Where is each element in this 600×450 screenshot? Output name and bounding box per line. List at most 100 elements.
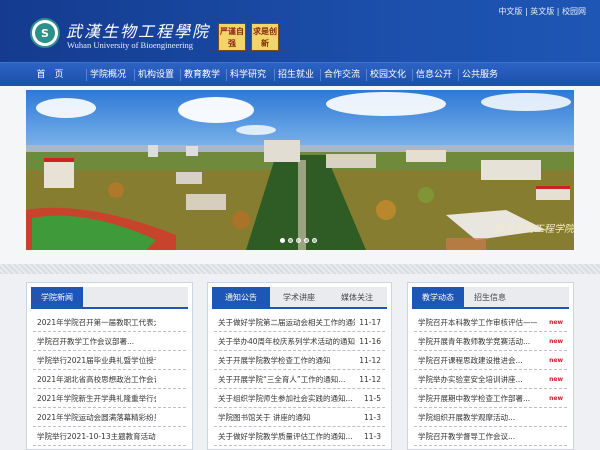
nav-separator (134, 69, 135, 81)
list-item[interactable]: 学院召开课程思政建设推进会... new (414, 351, 567, 370)
list-item[interactable]: 关于举办40周年校庆系列学术活动的通知... 11-16 (214, 332, 385, 351)
list-item-title[interactable]: 关于做好学院第二届运动会相关工作的通知... (218, 313, 355, 331)
panel-tab[interactable]: 学术讲座 (270, 287, 328, 309)
new-badge-icon: new (549, 376, 563, 383)
nav-item-4[interactable]: 科学研究 (228, 63, 268, 87)
list-item-title[interactable]: 2021年学院召开第一届教职工代表大会第五次会议... (37, 313, 156, 331)
new-badge-icon: new (549, 395, 563, 402)
list-item-title[interactable]: 2021年学院新生开学典礼隆重举行会... (37, 389, 156, 407)
list-item-title[interactable]: 关于组织学院师生参加社会实践的通知... (218, 389, 355, 407)
list-item-title[interactable]: 学院开展青年教师教学竞赛活动... (418, 332, 537, 350)
list-item[interactable]: 2021年湖北省高校思想政治工作会议召开... (33, 370, 186, 389)
list-item-date: 11-3 (363, 413, 381, 422)
list-item-title[interactable]: 学院举行2021-10-13主题教育活动... (37, 427, 156, 445)
list-item[interactable]: 学院举办实验室安全培训讲座... new (414, 370, 567, 389)
panel-tab-bar: 通知公告 学术讲座 媒体关注 (212, 287, 387, 309)
slide-dot[interactable] (280, 238, 285, 243)
panel-tab-bar: 教学动态 招生信息 (412, 287, 569, 309)
panel-tab[interactable]: 学院新闻 (31, 287, 83, 309)
list-item-date: 11-16 (359, 337, 381, 346)
panel-tab[interactable]: 招生信息 (464, 287, 516, 309)
list-item[interactable]: 学院举行2021-10-13主题教育活动... (33, 427, 186, 446)
list-item-title[interactable]: 关于做好学院教学质量评估工作的通知... (218, 427, 355, 445)
panel-list: 2021年学院召开第一届教职工代表大会第五次会议...学院召开教学工作会议部署.… (33, 313, 186, 446)
site-header: S 武漢生物工程學院 Wuhan University of Bioengine… (0, 0, 600, 62)
motto-badge-1: 严谨自强 (218, 23, 246, 51)
list-item[interactable]: 学院召开教学督导工作会议... (414, 427, 567, 446)
panel-tab[interactable]: 媒体关注 (328, 287, 386, 309)
nav-separator (274, 69, 275, 81)
school-name-en: Wuhan University of Bioengineering (67, 40, 193, 50)
nav-item-1[interactable]: 学院概况 (88, 63, 128, 87)
new-badge-icon: new (549, 338, 563, 345)
list-item-title[interactable]: 学院召开教学督导工作会议... (418, 427, 537, 445)
top-links[interactable]: 中文版 | 英文版 | 校园网 (498, 6, 586, 17)
nav-item-6[interactable]: 合作交流 (322, 63, 362, 87)
list-item[interactable]: 关于做好学院教学质量评估工作的通知... 11-3 (214, 427, 385, 446)
list-item-title[interactable]: 学院举办实验室安全培训讲座... (418, 370, 537, 388)
nav-separator (320, 69, 321, 81)
list-item-title[interactable]: 2021年湖北省高校思想政治工作会议召开... (37, 370, 156, 388)
list-item-title[interactable]: 关于开展学院教学检查工作的通知 (218, 351, 355, 369)
list-item[interactable]: 学院召开本科教学工作审核评估——... new (414, 313, 567, 332)
nav-item-5[interactable]: 招生就业 (276, 63, 316, 87)
campus-aerial-photo (26, 90, 574, 250)
list-item-title[interactable]: 学院开展期中教学检查工作部署... (418, 389, 537, 407)
slide-dot[interactable] (296, 238, 301, 243)
nav-separator (180, 69, 181, 81)
list-item[interactable]: 学院召开教学工作会议部署... (33, 332, 186, 351)
slide-dot[interactable] (312, 238, 317, 243)
nav-item-3[interactable]: 教育教学 (182, 63, 222, 87)
list-item-title[interactable]: 关于举办40周年校庆系列学术活动的通知... (218, 332, 355, 350)
list-item[interactable]: 学院举行2021届毕业典礼暨学位授予仪式... (33, 351, 186, 370)
banner-caption: 武汉生物工程学院 (494, 224, 574, 235)
news-panel: 学院新闻 2021年学院召开第一届教职工代表大会第五次会议...学院召开教学工作会… (26, 282, 193, 450)
panel-tab[interactable]: 通知公告 (212, 287, 270, 309)
panel-tab-bar: 学院新闻 (31, 287, 188, 309)
nav-item-0[interactable]: 首 页 (30, 63, 70, 87)
banner-slideshow[interactable]: 武汉生物工程学院 (26, 90, 574, 250)
list-item[interactable]: 关于组织学院师生参加社会实践的通知... 11-5 (214, 389, 385, 408)
list-item[interactable]: 学院开展期中教学检查工作部署... new (414, 389, 567, 408)
nav-item-7[interactable]: 校园文化 (368, 63, 408, 87)
list-item[interactable]: 关于开展学院“三全育人”工作的通知... 11-12 (214, 370, 385, 389)
list-item-date: 11-12 (359, 375, 381, 384)
panel-list: 关于做好学院第二届运动会相关工作的通知... 11-17 关于举办40周年校庆系列学… (214, 313, 385, 446)
list-item-title[interactable]: 学院图书馆关于 讲座的通知 (218, 408, 355, 426)
list-item[interactable]: 2021年学院新生开学典礼隆重举行会... (33, 389, 186, 408)
panel-tab[interactable]: 教学动态 (412, 287, 464, 309)
nav-separator (366, 69, 367, 81)
nav-item-9[interactable]: 公共服务 (460, 63, 500, 87)
nav-separator (458, 69, 459, 81)
nav-separator (86, 69, 87, 81)
list-item[interactable]: 关于做好学院第二届运动会相关工作的通知... 11-17 (214, 313, 385, 332)
nav-item-2[interactable]: 机构设置 (136, 63, 176, 87)
list-item-title[interactable]: 学院召开本科教学工作审核评估——... (418, 313, 537, 331)
nav-item-8[interactable]: 信息公开 (414, 63, 454, 87)
list-item-date: 11-3 (363, 432, 381, 441)
new-badge-icon: new (549, 319, 563, 326)
list-item[interactable]: 2021年学院运动会圆满落幕精彩纷呈... (33, 408, 186, 427)
list-item-title[interactable]: 学院举行2021届毕业典礼暨学位授予仪式... (37, 351, 156, 369)
slide-dot[interactable] (304, 238, 309, 243)
list-item-title[interactable]: 学院召开教学工作会议部署... (37, 332, 156, 350)
new-badge-icon: new (549, 357, 563, 364)
list-item-date: 11-12 (359, 356, 381, 365)
list-item[interactable]: 学院组织开展教学观摩活动... (414, 408, 567, 427)
school-emblem-icon[interactable]: S (30, 18, 60, 48)
panel-list: 学院召开本科教学工作审核评估——... new 学院开展青年教师教学竞赛活动... n… (414, 313, 567, 446)
teaching-panel: 教学动态 招生信息 学院召开本科教学工作审核评估——... new 学院开展青年教师教学… (407, 282, 574, 450)
list-item-title[interactable]: 关于开展学院“三全育人”工作的通知... (218, 370, 355, 388)
list-item-title[interactable]: 学院组织开展教学观摩活动... (418, 408, 537, 426)
motto-badge-2: 求是创新 (251, 23, 279, 51)
school-name-cn[interactable]: 武漢生物工程學院 (66, 18, 210, 42)
list-item-title[interactable]: 2021年学院运动会圆满落幕精彩纷呈... (37, 408, 156, 426)
notice-panel: 通知公告 学术讲座 媒体关注 关于做好学院第二届运动会相关工作的通知... 11-17 关… (207, 282, 392, 450)
list-item[interactable]: 关于开展学院教学检查工作的通知 11-12 (214, 351, 385, 370)
slide-dot[interactable] (288, 238, 293, 243)
list-item[interactable]: 学院图书馆关于 讲座的通知 11-3 (214, 408, 385, 427)
list-item-date: 11-17 (359, 318, 381, 327)
list-item[interactable]: 学院开展青年教师教学竞赛活动... new (414, 332, 567, 351)
list-item[interactable]: 2021年学院召开第一届教职工代表大会第五次会议... (33, 313, 186, 332)
list-item-title[interactable]: 学院召开课程思政建设推进会... (418, 351, 537, 369)
